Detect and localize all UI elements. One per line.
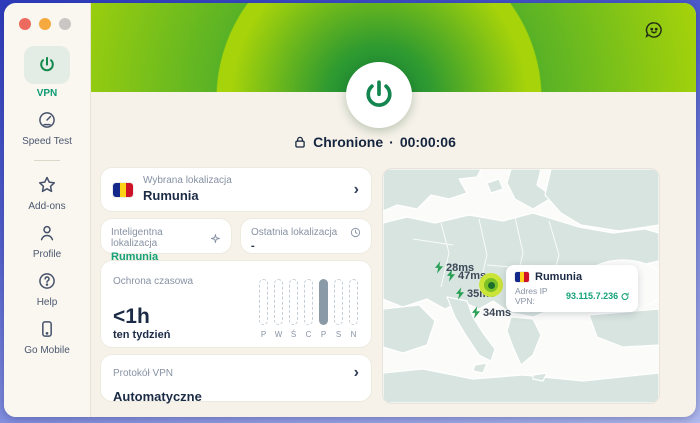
- romania-flag-icon: [113, 183, 133, 197]
- protocol-label: Protokół VPN: [113, 368, 173, 379]
- sparkle-icon: [210, 233, 221, 244]
- refresh-ip-icon[interactable]: [621, 292, 629, 301]
- usage-bar: [304, 279, 313, 325]
- sidebar-item-go-mobile[interactable]: Go Mobile: [24, 317, 70, 356]
- window-controls: [4, 3, 90, 30]
- vpn-protocol-card[interactable]: Protokół VPN › Automatyczne: [100, 354, 372, 402]
- time-protection-card[interactable]: Ochrona czasowa <1h ten tydzień P W Ś C …: [100, 260, 372, 348]
- bolt-icon: [455, 287, 465, 300]
- connect-power-button[interactable]: [346, 62, 412, 128]
- selected-location-value: Rumunia: [143, 188, 199, 203]
- sidebar-item-label: Speed Test: [22, 136, 72, 147]
- sidebar-item-profile[interactable]: Profile: [33, 221, 61, 260]
- status-label: Chronione: [313, 134, 383, 150]
- sidebar-item-label: Help: [37, 297, 58, 308]
- sidebar-item-label: Add-ons: [28, 201, 65, 212]
- ip-label: Adres IP VPN:: [515, 286, 563, 306]
- clock-icon: [350, 227, 361, 238]
- chevron-right-icon: ›: [354, 365, 359, 381]
- connected-location-marker: [479, 273, 503, 297]
- speedometer-icon: [35, 108, 59, 132]
- protocol-value: Automatyczne: [113, 389, 359, 404]
- sidebar-item-label: Go Mobile: [24, 345, 70, 356]
- phone-icon: [35, 317, 59, 341]
- main-area: Chronione · 00:00:06 Wybrana lokalizacja…: [91, 3, 696, 417]
- sidebar: VPN Speed Test Add-ons: [4, 3, 91, 417]
- sidebar-divider: [34, 160, 60, 161]
- power-icon: [24, 46, 70, 84]
- weekly-usage-bar-chart: P W Ś C P S N: [259, 279, 358, 339]
- last-location-label: Ostatnia lokalizacja: [251, 227, 337, 238]
- sidebar-item-label: Profile: [33, 249, 61, 260]
- day-label: C: [306, 330, 312, 339]
- day-label: Ś: [291, 330, 296, 339]
- time-protection-label: Ochrona czasowa: [113, 276, 193, 287]
- session-timer: 00:00:06: [400, 134, 456, 150]
- time-protection-subtitle: ten tydzień: [113, 329, 170, 341]
- day-label: W: [275, 330, 283, 339]
- minimize-window-button[interactable]: [39, 18, 51, 30]
- day-label: N: [351, 330, 357, 339]
- sidebar-item-add-ons[interactable]: Add-ons: [28, 173, 65, 212]
- usage-bar: [319, 279, 328, 325]
- star-icon: [35, 173, 59, 197]
- romania-flag-icon: [515, 272, 529, 282]
- power-icon: [362, 78, 396, 112]
- smart-location-card[interactable]: Inteligentna lokalizacja Rumunia: [100, 218, 232, 254]
- usage-bar: [259, 279, 268, 325]
- sidebar-item-vpn[interactable]: VPN: [24, 46, 70, 99]
- app-window: VPN Speed Test Add-ons: [4, 3, 696, 417]
- sidebar-item-label: VPN: [37, 88, 58, 99]
- usage-bar: [334, 279, 343, 325]
- vpn-ip-address: 93.115.7.236: [566, 291, 618, 301]
- feedback-chat-icon[interactable]: [644, 20, 664, 40]
- europe-map[interactable]: 28ms 47ms 35ms 34ms Rumunia: [382, 168, 660, 404]
- lock-icon: [293, 135, 307, 149]
- help-circle-icon: [35, 269, 59, 293]
- connection-tooltip: Rumunia Adres IP VPN: 93.115.7.236: [506, 265, 638, 312]
- day-label: S: [336, 330, 341, 339]
- time-protection-value: <1h: [113, 305, 150, 329]
- last-location-card[interactable]: Ostatnia lokalizacja -: [240, 218, 372, 254]
- usage-bar: [274, 279, 283, 325]
- chevron-right-icon: ›: [354, 182, 359, 198]
- bolt-icon: [434, 261, 444, 274]
- sidebar-item-help[interactable]: Help: [35, 269, 59, 308]
- selected-location-label: Wybrana lokalizacja: [143, 175, 354, 186]
- selected-location-card[interactable]: Wybrana lokalizacja Rumunia ›: [100, 167, 372, 212]
- last-location-value: -: [251, 240, 361, 252]
- ping-marker: 34ms: [471, 306, 511, 319]
- sidebar-nav: VPN Speed Test Add-ons: [4, 46, 90, 365]
- status-separator: ·: [389, 134, 394, 150]
- tooltip-country: Rumunia: [535, 271, 582, 283]
- user-icon: [35, 221, 59, 245]
- zoom-window-button[interactable]: [59, 18, 71, 30]
- close-window-button[interactable]: [19, 18, 31, 30]
- usage-bar: [289, 279, 298, 325]
- usage-bar: [349, 279, 358, 325]
- connection-status: Chronione · 00:00:06: [91, 134, 658, 150]
- sidebar-item-speed-test[interactable]: Speed Test: [22, 108, 72, 147]
- day-label: P: [261, 330, 266, 339]
- bolt-icon: [471, 306, 481, 319]
- smart-location-label: Inteligentna lokalizacja: [111, 227, 210, 249]
- day-label: P: [321, 330, 326, 339]
- bolt-icon: [446, 269, 456, 282]
